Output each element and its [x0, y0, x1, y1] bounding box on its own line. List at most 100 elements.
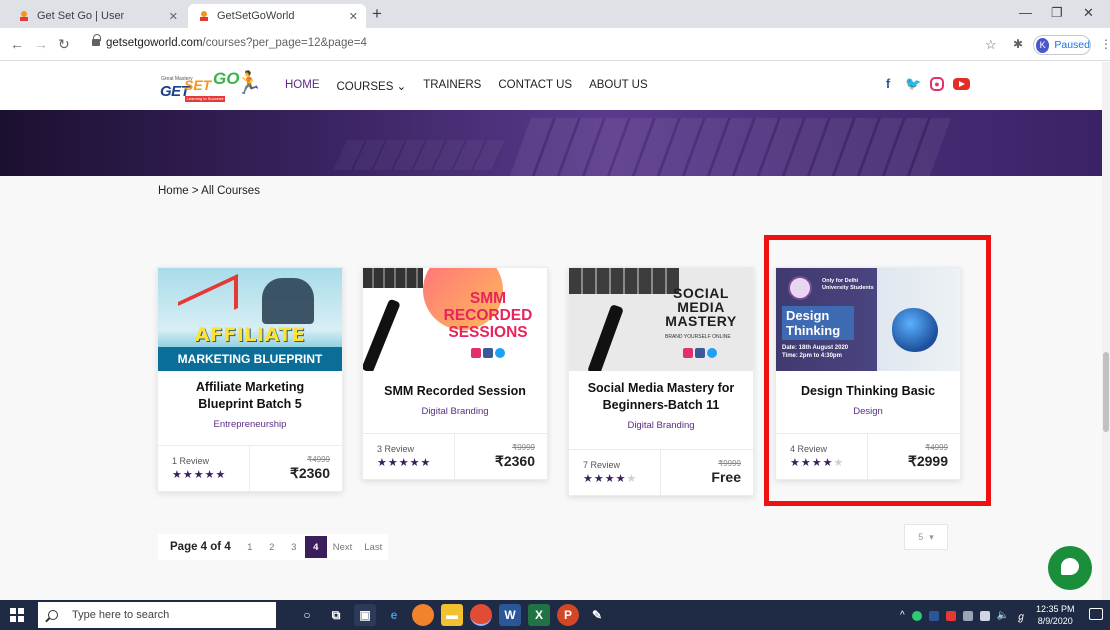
course-price: ₹2999 [907, 453, 948, 469]
nav-home[interactable]: HOME [285, 79, 320, 93]
tray-app-icon[interactable] [945, 610, 956, 621]
course-thumbnail[interactable]: SMM RECORDED SESSIONS [363, 268, 547, 371]
twitter-icon[interactable]: 🐦 [905, 76, 921, 92]
nav-trainers[interactable]: TRAINERS [423, 79, 481, 93]
close-window-icon[interactable]: ✕ [1083, 5, 1094, 21]
chevron-up-icon[interactable]: ^ [900, 610, 905, 621]
chrome-icon[interactable] [470, 604, 492, 626]
word-icon[interactable]: W [499, 604, 521, 626]
course-card-smm-recorded[interactable]: SMM RECORDED SESSIONS SMM Recorded Sessi… [362, 267, 548, 480]
page-banner [0, 110, 1110, 176]
course-thumbnail[interactable]: AFFILIATE MARKETING BLUEPRINT [158, 268, 342, 371]
tray-app-icon[interactable] [928, 610, 939, 621]
course-thumbnail[interactable]: Only for Delhi University Students Design… [776, 268, 960, 371]
course-category[interactable]: Design [786, 406, 950, 417]
course-category[interactable]: Digital Branding [373, 406, 537, 417]
powerpoint-icon[interactable]: P [557, 604, 579, 626]
course-title[interactable]: Affiliate Marketing Blueprint Batch 5 [168, 379, 332, 413]
edge-icon[interactable]: e [383, 604, 405, 626]
chevron-down-icon: ▾ [929, 531, 934, 542]
minimize-icon[interactable]: — [1019, 5, 1032, 20]
breadcrumb: Home > All Courses [158, 185, 260, 197]
close-tab-icon[interactable]: ✕ [169, 10, 178, 23]
star-rating-icon: ★★★★★ [377, 457, 432, 469]
photos-icon[interactable]: ▣ [354, 604, 376, 626]
url-text: getsetgoworld.com/courses?per_page=12&pa… [106, 37, 367, 49]
tab-title: GetSetGoWorld [217, 10, 295, 22]
youtube-icon[interactable] [953, 78, 970, 90]
page-link-1[interactable]: 1 [239, 536, 261, 558]
cortana-icon[interactable]: ○ [296, 604, 318, 626]
back-arrow-icon[interactable]: ← [10, 36, 24, 52]
new-tab-button[interactable]: + [372, 5, 382, 23]
old-price: ₹4999 [925, 443, 948, 452]
browser-tab-getsetgoworld[interactable]: GetSetGoWorld ✕ [188, 4, 366, 28]
course-title[interactable]: Design Thinking Basic [786, 383, 950, 400]
page-link-3[interactable]: 3 [283, 536, 305, 558]
more-menu-icon[interactable]: ⋮ [1100, 37, 1110, 51]
course-footer: 1 Review ★★★★★ ₹4999 ₹2360 [158, 445, 342, 491]
address-bar[interactable]: getsetgoworld.com/courses?per_page=12&pa… [88, 32, 1063, 56]
bookmark-star-icon[interactable]: ☆ [985, 37, 997, 53]
page-label: Page 4 of 4 [170, 541, 231, 553]
paint-icon[interactable]: ✎ [586, 604, 608, 626]
taskbar-search-input[interactable]: Type here to search [38, 602, 276, 628]
nav-about-us[interactable]: ABOUT US [589, 79, 648, 93]
windows-start-icon[interactable] [10, 608, 24, 622]
volume-icon[interactable]: 🔈 [997, 610, 1009, 621]
profile-button[interactable]: K Paused [1033, 35, 1091, 55]
taskbar-apps: ○ ⧉ ▣ e ▬ W X P ✎ [296, 604, 608, 626]
old-price: ₹9999 [512, 443, 535, 452]
browser-tab-user[interactable]: Get Set Go | User ✕ [8, 4, 186, 28]
chat-bubble-icon[interactable] [1048, 546, 1092, 590]
task-view-icon[interactable]: ⧉ [325, 604, 347, 626]
search-icon [48, 610, 58, 620]
next-page-link[interactable]: Next [327, 536, 359, 558]
taskbar-clock[interactable]: 12:35 PM 8/9/2020 [1036, 603, 1075, 627]
course-title[interactable]: Social Media Mastery for Beginners-Batch… [579, 380, 743, 414]
course-category[interactable]: Digital Branding [579, 420, 743, 431]
restore-icon[interactable]: ❐ [1051, 5, 1063, 21]
nav-contact-us[interactable]: CONTACT US [498, 79, 572, 93]
page-link-2[interactable]: 2 [261, 536, 283, 558]
firefox-icon[interactable] [412, 604, 434, 626]
review-count: 1 Review [172, 456, 210, 466]
page-link-4-current[interactable]: 4 [304, 536, 327, 558]
extensions-icon[interactable]: ✱ [1013, 37, 1023, 51]
star-rating-icon: ★★★★★ [172, 469, 227, 481]
facebook-icon[interactable]: f [880, 76, 896, 92]
course-thumbnail[interactable]: SOCIAL MEDIA MASTERY BRAND YOURSELF ONLI… [569, 268, 753, 371]
social-logos-icon [471, 348, 505, 358]
review-count: 3 Review [377, 444, 415, 454]
close-tab-icon[interactable]: ✕ [349, 10, 358, 23]
pagination: Page 4 of 4 1 2 3 4 Next Last [158, 534, 389, 560]
per-page-select[interactable]: 5 ▾ [904, 524, 948, 550]
course-price: Free [711, 469, 741, 485]
instagram-icon[interactable]: ● [930, 77, 944, 91]
site-logo[interactable]: Great Mastery GET SET GO Learning to Suc… [157, 68, 262, 104]
nav-courses[interactable]: COURSES ⌄ [337, 79, 407, 93]
getsetgo-favicon-icon [20, 11, 28, 21]
reload-icon[interactable]: ↻ [58, 36, 70, 52]
review-count: 4 Review [790, 444, 828, 454]
language-icon[interactable]: ℊ [1016, 608, 1026, 623]
file-explorer-icon[interactable]: ▬ [441, 604, 463, 626]
excel-icon[interactable]: X [528, 604, 550, 626]
tray-app-icon[interactable] [911, 610, 922, 621]
course-card-affiliate-marketing[interactable]: AFFILIATE MARKETING BLUEPRINT Affiliate … [157, 267, 343, 492]
system-tray: ^ 🔈 ℊ [900, 608, 1026, 623]
star-rating-icon: ★★★★★ [583, 473, 638, 485]
course-title[interactable]: SMM Recorded Session [373, 383, 537, 400]
forward-arrow-icon[interactable]: → [34, 36, 48, 52]
course-card-design-thinking[interactable]: Only for Delhi University Students Design… [775, 267, 961, 480]
course-card-social-media-mastery[interactable]: SOCIAL MEDIA MASTERY BRAND YOURSELF ONLI… [568, 267, 754, 496]
page-scrollbar[interactable] [1102, 62, 1110, 600]
old-price: ₹4999 [307, 455, 330, 464]
battery-icon[interactable] [979, 610, 990, 621]
review-count: 7 Review [583, 460, 621, 470]
last-page-link[interactable]: Last [358, 536, 388, 558]
notification-icon[interactable] [1089, 608, 1103, 620]
browser-tab-strip: Get Set Go | User ✕ GetSetGoWorld ✕ + — … [0, 0, 1110, 28]
network-icon[interactable] [962, 610, 973, 621]
course-category[interactable]: Entrepreneurship [168, 419, 332, 430]
